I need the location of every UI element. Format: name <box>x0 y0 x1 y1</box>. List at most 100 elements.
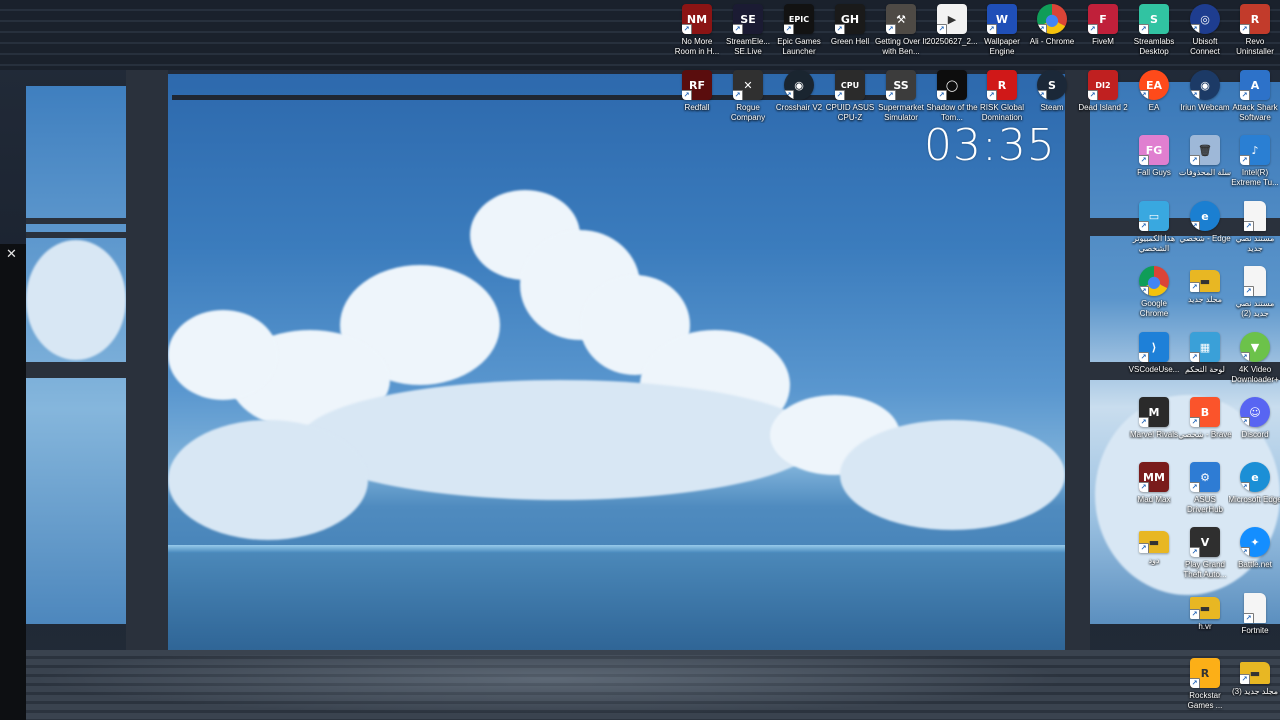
intel-icon: ♪ ↗ <box>1240 135 1270 165</box>
desktop-icon[interactable]: ◎ ↗ Ubisoft Connect <box>1180 0 1230 57</box>
epic-games-icon: EPIC ↗ <box>784 4 814 34</box>
desktop-icon-label: مستند نصي جديد (2) <box>1235 299 1275 318</box>
desktop-icon[interactable]: ↗ Fortnite <box>1230 589 1280 636</box>
text-document-icon: ↗ <box>1244 266 1266 296</box>
cloud <box>168 420 368 540</box>
desktop-icon[interactable]: ▶ ↗ 20250627_2... <box>926 0 978 47</box>
desktop-icon-label: Fall Guys <box>1137 168 1171 177</box>
text-document-icon: ↗ <box>1244 201 1266 231</box>
window-frame <box>26 218 126 224</box>
shortcut-arrow-icon: ↗ <box>1139 155 1149 165</box>
desktop-icon[interactable]: ♪ ↗ Intel(R) Extreme Tu... <box>1230 131 1280 188</box>
desktop-icon-label: Intel(R) Extreme Tu... <box>1231 168 1279 187</box>
desktop-icon[interactable]: ⚙ ↗ ASUS DriverHub <box>1180 458 1230 515</box>
desktop-icon-label: Epic Games Launcher <box>777 37 821 56</box>
window-frame <box>26 232 126 238</box>
desktop-icon[interactable]: FG ↗ Fall Guys <box>1129 131 1179 178</box>
desktop-icon[interactable]: A ↗ Attack Shark Software <box>1230 66 1280 123</box>
desktop-icon[interactable]: e ↗ Microsoft Edge <box>1228 458 1280 505</box>
desktop-icon[interactable]: S ↗ Streamlabs Desktop <box>1129 0 1179 57</box>
desktop-icon-label: مجلد جديد <box>1187 295 1223 304</box>
desktop-icon-label: سلة المحذوفات <box>1178 168 1232 177</box>
desktop-icon-label: VSCodeUse... <box>1128 365 1180 374</box>
desktop-icon[interactable]: ▬ ↗ مجلد جديد <box>1180 262 1230 305</box>
shortcut-arrow-icon: ↗ <box>1240 482 1250 492</box>
desktop-icon[interactable]: V ↗ Play Grand Theft Auto... <box>1180 523 1230 580</box>
folder-icon: ▬ ↗ <box>1139 531 1169 553</box>
desktop-icon[interactable]: 🗑 ↗ سلة المحذوفات <box>1178 131 1232 178</box>
steam-icon: S ↗ <box>1037 70 1067 100</box>
chrome-icon: ● ↗ <box>1037 4 1067 34</box>
desktop-icon[interactable]: ⟩ ↗ VSCodeUse... <box>1129 328 1179 375</box>
desktop-icon[interactable]: ▭ ↗ هذا الكمبيوتر الشخصي <box>1129 197 1179 254</box>
shortcut-arrow-icon: ↗ <box>784 24 794 34</box>
shortcut-arrow-icon: ↗ <box>987 90 997 100</box>
desktop-icon-label: شخصي - Edge <box>1179 234 1231 243</box>
game-icon: ◯ ↗ <box>937 70 967 100</box>
shortcut-arrow-icon: ↗ <box>1139 417 1149 427</box>
desktop-icon[interactable]: EPIC ↗ Epic Games Launcher <box>774 0 824 57</box>
desktop-icon-label: 20250627_2... <box>926 37 978 46</box>
desktop-icon-label: Iriun Webcam <box>1180 103 1230 112</box>
desktop-icon[interactable]: MM ↗ Mad Max <box>1129 458 1179 505</box>
desktop-icon[interactable]: R ↗ RISK Global Domination <box>977 66 1027 123</box>
desktop-icon[interactable]: RF ↗ Redfall <box>672 66 722 113</box>
app-icon: A ↗ <box>1240 70 1270 100</box>
desktop-icon[interactable]: ✦ ↗ Battle.net <box>1230 523 1280 570</box>
desktop-icon[interactable]: ▦ ↗ لوحة التحكم <box>1180 328 1230 375</box>
desktop-icon-label: Revo Uninstaller <box>1236 37 1274 56</box>
close-icon[interactable]: ✕ <box>6 247 17 262</box>
desktop-icon[interactable]: ⚒ ↗ Getting Over It with Ben... <box>875 0 927 57</box>
desktop-icon[interactable]: SS ↗ Supermarket Simulator <box>876 66 926 123</box>
desktop-icon[interactable]: ✕ ↗ Rogue Company <box>723 66 773 123</box>
desktop-icon-label: StreamEle... SE.Live <box>725 37 770 56</box>
shortcut-arrow-icon: ↗ <box>1139 482 1149 492</box>
folder-icon: ▬ ↗ <box>1190 597 1220 619</box>
desktop-icon-label: مستند نصي جديد <box>1235 234 1275 253</box>
desktop-icon-label: Shadow of the Tom... <box>926 103 978 122</box>
desktop-icon[interactable]: ↗ مستند نصي جديد <box>1230 197 1280 254</box>
desktop-icon[interactable]: ◯ ↗ Shadow of the Tom... <box>926 66 978 123</box>
desktop-icon[interactable]: ▼ ↗ 4K Video Downloader+ <box>1230 328 1280 385</box>
desktop-icon-label: Microsoft Edge <box>1228 495 1280 504</box>
battlenet-icon: ✦ ↗ <box>1240 527 1270 557</box>
desktop-icon[interactable]: SE ↗ StreamEle... SE.Live <box>723 0 773 57</box>
rockstar-icon: R ↗ <box>1190 658 1220 688</box>
desktop-icon[interactable]: W ↗ Wallpaper Engine <box>977 0 1027 57</box>
desktop-icon-label: Redfall <box>684 103 710 112</box>
desktop-icon[interactable]: ● ↗ Google Chrome <box>1129 262 1179 319</box>
desktop-icon[interactable]: M ↗ Marvel Rivals <box>1129 393 1179 440</box>
desktop-icon[interactable]: CPU ↗ CPUID ASUS CPU-Z <box>825 66 875 123</box>
desktop-icon[interactable]: DI2 ↗ Dead Island 2 <box>1078 66 1128 113</box>
desktop-icon-label: No More Room in H... <box>674 37 720 56</box>
wallpaper-engine-icon: W ↗ <box>987 4 1017 34</box>
desktop-icon[interactable]: ◉ ↗ Iriun Webcam <box>1180 66 1230 113</box>
game-icon: GH ↗ <box>835 4 865 34</box>
desktop-icon[interactable]: ☺ ↗ Discord <box>1230 393 1280 440</box>
desktop-icon[interactable]: ▬ ↗ مجلد جديد (3) <box>1230 654 1280 697</box>
desktop-icon[interactable]: F ↗ FiveM <box>1078 0 1128 47</box>
recycle-bin-icon: 🗑 ↗ <box>1190 135 1220 165</box>
gear-icon: ⚙ ↗ <box>1190 462 1220 492</box>
shortcut-arrow-icon: ↗ <box>886 90 896 100</box>
desktop-icon[interactable]: ● ↗ Ali - Chrome <box>1027 0 1077 47</box>
desktop-icon[interactable]: ↗ مستند نصي جديد (2) <box>1230 262 1280 319</box>
crosshair-icon: ◉ ↗ <box>784 70 814 100</box>
desktop-icon[interactable]: R ↗ Revo Uninstaller <box>1230 0 1280 57</box>
desktop-icon[interactable]: ▬ ↗ دود <box>1129 523 1179 566</box>
control-panel-icon: ▦ ↗ <box>1190 332 1220 362</box>
shortcut-arrow-icon: ↗ <box>1190 417 1200 427</box>
shortcut-arrow-icon: ↗ <box>1190 282 1200 292</box>
desktop-icon[interactable]: e ↗ شخصي - Edge <box>1179 197 1231 244</box>
desktop-icon[interactable]: S ↗ Steam <box>1027 66 1077 113</box>
desktop-icon[interactable]: NM ↗ No More Room in H... <box>672 0 722 57</box>
shortcut-arrow-icon: ↗ <box>835 24 845 34</box>
desktop-icon[interactable]: ◉ ↗ Crosshair V2 <box>774 66 824 113</box>
desktop-icon[interactable]: EA ↗ EA <box>1129 66 1179 113</box>
desktop-icon-label: Mad Max <box>1137 495 1171 504</box>
desktop-icon-label: Battle.net <box>1238 560 1272 569</box>
desktop-icon[interactable]: GH ↗ Green Hell <box>825 0 875 47</box>
desktop-icon[interactable]: ▬ ↗ h.vr <box>1180 589 1230 632</box>
desktop-icon[interactable]: B ↗ شخصي - Brave <box>1178 393 1232 440</box>
desktop-icon[interactable]: R ↗ Rockstar Games ... <box>1180 654 1230 711</box>
